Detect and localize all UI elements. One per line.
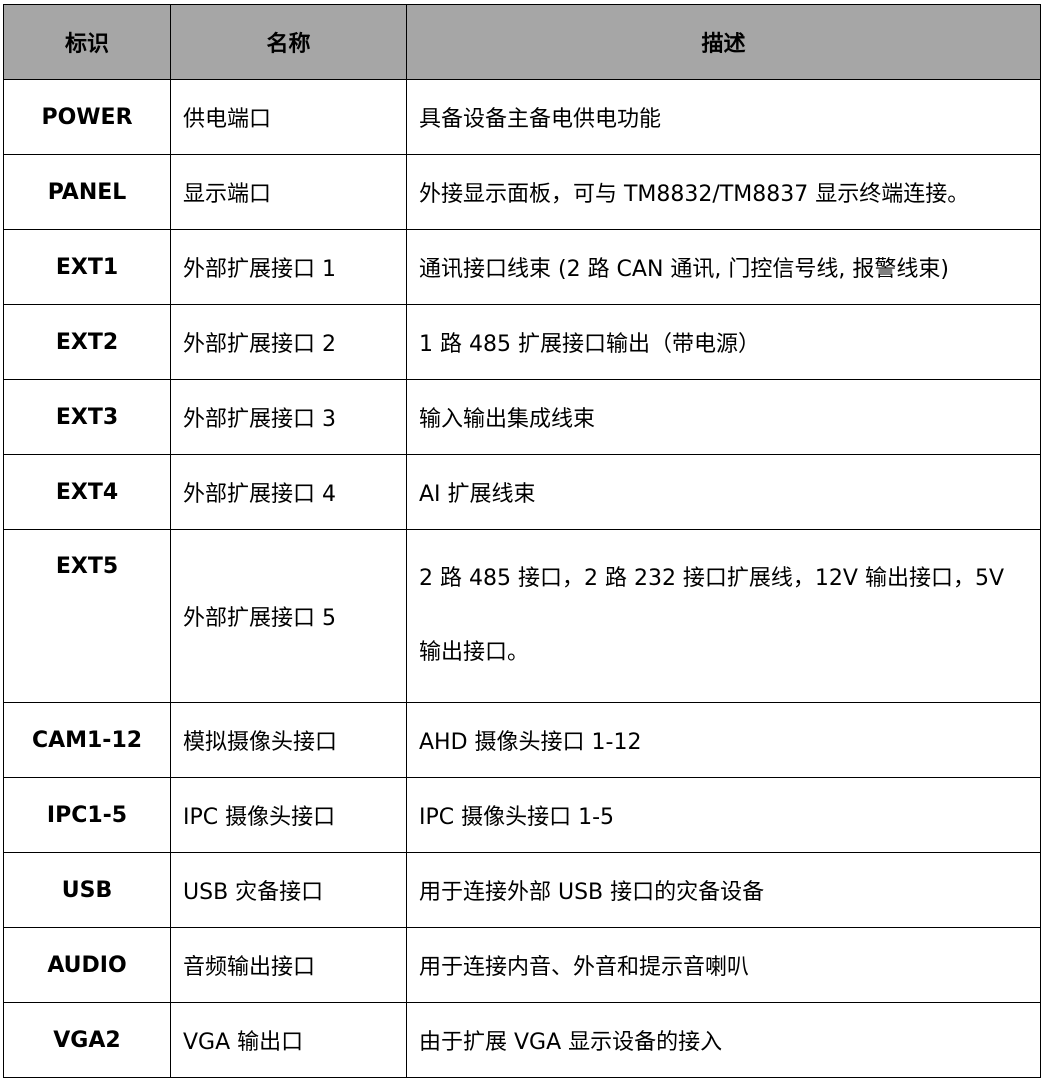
cell-desc: AHD 摄像头接口 1-12	[406, 702, 1041, 778]
cell-name: 音频输出接口	[170, 927, 407, 1003]
cell-id: VGA2	[3, 1002, 171, 1078]
cell-desc: 具备设备主备电供电功能	[406, 79, 1041, 155]
cell-desc: IPC 摄像头接口 1-5	[406, 777, 1041, 853]
cell-desc: 1 路 485 扩展接口输出（带电源）	[406, 304, 1041, 380]
cell-id: EXT3	[3, 379, 171, 455]
table-row: EXT4 外部扩展接口 4 AI 扩展线束	[3, 454, 1041, 530]
interface-table: 标识 名称 描述 POWER 供电端口 具备设备主备电供电功能 PANEL 显示端口 外接…	[3, 4, 1041, 1078]
header-desc: 描述	[406, 4, 1041, 80]
cell-desc: 用于连接内音、外音和提示音喇叭	[406, 927, 1041, 1003]
table-row: EXT2 外部扩展接口 21 路 485 扩展接口输出（带电源）	[3, 304, 1041, 380]
cell-id: POWER	[3, 79, 171, 155]
table-row: CAM1-12 模拟摄像头接口 AHD 摄像头接口 1-12	[3, 702, 1041, 778]
cell-id: CAM1-12	[3, 702, 171, 778]
table-row: USB USB 灾备接口 用于连接外部 USB 接口的灾备设备	[3, 852, 1041, 928]
cell-name: 供电端口	[170, 79, 407, 155]
header-row: 标识 名称 描述	[3, 4, 1041, 80]
table-row: EXT1 外部扩展接口 1 通讯接口线束 (2 路 CAN 通讯, 门控信号线, 报…	[3, 229, 1041, 305]
cell-name: 外部扩展接口 5	[170, 529, 407, 703]
cell-desc: 由于扩展 VGA 显示设备的接入	[406, 1002, 1041, 1078]
table-row: PANEL 显示端口 外接显示面板，可与 TM8832/TM8837 显示终端连接。	[3, 154, 1041, 230]
cell-id: EXT5	[3, 529, 171, 703]
cell-name: 外部扩展接口 4	[170, 454, 407, 530]
table-row: EXT3 外部扩展接口 3 输入输出集成线束	[3, 379, 1041, 455]
cell-name: 外部扩展接口 3	[170, 379, 407, 455]
cell-id: EXT2	[3, 304, 171, 380]
cell-name: 外部扩展接口 2	[170, 304, 407, 380]
cell-name: 模拟摄像头接口	[170, 702, 407, 778]
cell-id: AUDIO	[3, 927, 171, 1003]
table-row: POWER 供电端口 具备设备主备电供电功能	[3, 79, 1041, 155]
cell-desc: 2 路 485 接口，2 路 232 接口扩展线，12V 输出接口，5V 输出接…	[406, 529, 1041, 703]
cell-id: IPC1-5	[3, 777, 171, 853]
cell-name: 显示端口	[170, 154, 407, 230]
cell-desc: 通讯接口线束 (2 路 CAN 通讯, 门控信号线, 报警线束)	[406, 229, 1041, 305]
cell-id: USB	[3, 852, 171, 928]
table-row: IPC1-5 IPC 摄像头接口 IPC 摄像头接口 1-5	[3, 777, 1041, 853]
table-row: AUDIO 音频输出接口 用于连接内音、外音和提示音喇叭	[3, 927, 1041, 1003]
cell-name: USB 灾备接口	[170, 852, 407, 928]
cell-desc: 外接显示面板，可与 TM8832/TM8837 显示终端连接。	[406, 154, 1041, 230]
cell-name: 外部扩展接口 1	[170, 229, 407, 305]
table-row: VGA2 VGA 输出口 由于扩展 VGA 显示设备的接入	[3, 1002, 1041, 1078]
cell-name: IPC 摄像头接口	[170, 777, 407, 853]
cell-desc: 输入输出集成线束	[406, 379, 1041, 455]
header-id: 标识	[3, 4, 171, 80]
cell-id: EXT4	[3, 454, 171, 530]
table-row: EXT5 外部扩展接口 52 路 485 接口，2 路 232 接口扩展线，12V…	[3, 529, 1041, 703]
cell-name: VGA 输出口	[170, 1002, 407, 1078]
cell-desc: AI 扩展线束	[406, 454, 1041, 530]
cell-desc: 用于连接外部 USB 接口的灾备设备	[406, 852, 1041, 928]
cell-id: EXT1	[3, 229, 171, 305]
cell-id: PANEL	[3, 154, 171, 230]
header-name: 名称	[170, 4, 407, 80]
